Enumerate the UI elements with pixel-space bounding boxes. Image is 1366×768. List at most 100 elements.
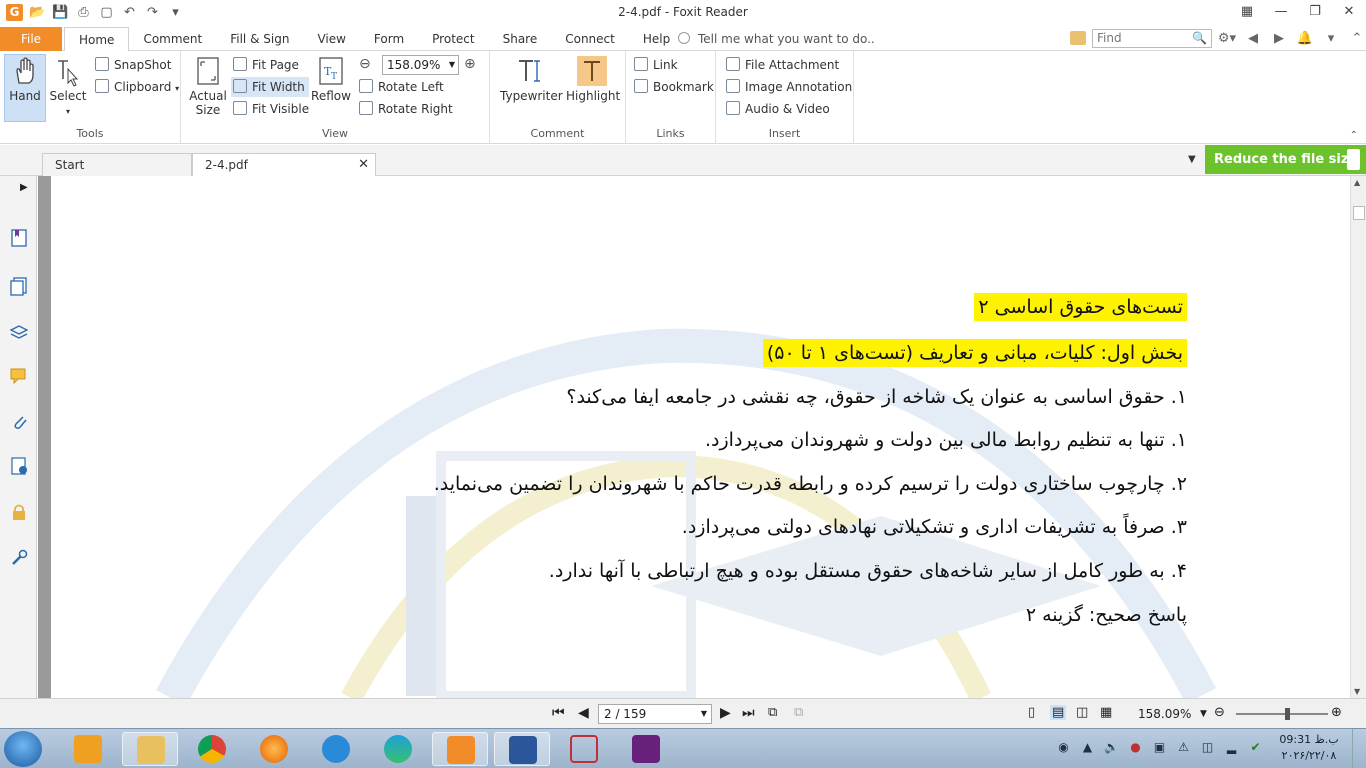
status-zoom-in-icon[interactable]: ⊕ <box>1331 705 1342 720</box>
collapse-ribbon-icon[interactable]: ⌃ <box>1346 29 1366 48</box>
tell-me-box[interactable]: Tell me what you want to do.. <box>678 27 875 51</box>
taskbar-visual-studio[interactable] <box>618 732 674 766</box>
scroll-up-icon[interactable]: ▲ <box>1354 178 1360 187</box>
facing-view-icon[interactable]: ◫ <box>1076 705 1088 720</box>
zoom-dropdown-icon[interactable]: ▼ <box>449 56 455 74</box>
account-dropdown-icon[interactable]: ▾ <box>1320 29 1342 48</box>
attachments-panel-icon[interactable] <box>9 412 29 432</box>
reduce-file-size-button[interactable]: Reduce the file size <box>1205 145 1366 174</box>
first-page-icon[interactable]: ⏮ <box>552 705 565 721</box>
continuous-facing-view-icon[interactable]: ▦ <box>1100 705 1112 720</box>
next-view-icon[interactable]: ⧉ <box>794 705 803 720</box>
zoom-dropdown-status-icon[interactable]: ▼ <box>1200 709 1207 719</box>
taskbar-chrome[interactable] <box>184 732 240 766</box>
zoom-out-icon[interactable]: ⊖ <box>359 56 371 72</box>
expand-panel-icon[interactable]: ▶ <box>20 182 28 193</box>
tab-comment[interactable]: Comment <box>129 27 216 51</box>
file-attachment-button[interactable]: File Attachment <box>726 55 839 75</box>
tab-home[interactable]: Home <box>64 27 130 52</box>
pages-panel-icon[interactable] <box>9 276 29 296</box>
close-button[interactable]: ✕ <box>1332 0 1366 24</box>
close-tab-icon[interactable]: ✕ <box>358 154 369 176</box>
tab-connect[interactable]: Connect <box>551 27 629 51</box>
tab-start[interactable]: Start <box>42 153 192 176</box>
next-page-icon[interactable]: ▶ <box>720 705 731 721</box>
zoom-select[interactable]: 158.09% ▼ <box>382 55 459 75</box>
fit-width-button[interactable]: Fit Width <box>231 77 309 97</box>
highlight-button[interactable]: Highlight <box>566 55 620 103</box>
tray-device-icon[interactable]: ◫ <box>1199 739 1216 756</box>
bookmark-button[interactable]: Bookmark <box>634 77 714 97</box>
layout-icon[interactable]: ▦ <box>1230 0 1264 24</box>
document-viewer[interactable]: تست‌های حقوق اساسی ۲ بخش اول: کلیات، مبا… <box>38 176 1340 698</box>
find-input[interactable]: Find 🔍 <box>1092 29 1212 48</box>
tab-share[interactable]: Share <box>489 27 552 51</box>
taskbar-word[interactable] <box>494 732 550 766</box>
scroll-down-icon[interactable]: ▼ <box>1354 687 1360 696</box>
scroll-thumb[interactable] <box>1353 206 1365 220</box>
rotate-left-button[interactable]: Rotate Left <box>359 77 444 97</box>
taskbar-app-red[interactable] <box>556 732 612 766</box>
zoom-slider[interactable] <box>1236 708 1328 720</box>
back-icon[interactable]: ◀ <box>1242 29 1264 48</box>
file-tab[interactable]: File <box>0 27 62 51</box>
vertical-scrollbar[interactable]: ▲ ▼ <box>1350 176 1366 698</box>
clipboard-dropdown-icon[interactable]: ▾ <box>175 84 179 93</box>
tray-network-warning-icon[interactable]: ⚠ <box>1175 739 1192 756</box>
page-number-select[interactable]: 2 / 159 ▼ <box>598 704 712 724</box>
restore-button[interactable]: ❐ <box>1298 0 1332 24</box>
select-button[interactable]: Select ▾ <box>48 55 88 117</box>
select-dropdown-icon[interactable]: ▾ <box>66 107 70 116</box>
taskbar-internet-explorer[interactable] <box>308 732 364 766</box>
taskbar-media-player[interactable] <box>60 732 116 766</box>
minimize-button[interactable]: — <box>1264 0 1298 24</box>
previous-page-icon[interactable]: ◀ <box>578 705 589 721</box>
signatures-panel-icon[interactable] <box>9 456 29 476</box>
fit-visible-button[interactable]: Fit Visible <box>233 99 309 119</box>
signal-icon[interactable]: ▂ <box>1223 739 1240 756</box>
start-button[interactable] <box>4 731 42 767</box>
taskbar-edge[interactable] <box>370 732 426 766</box>
fit-page-button[interactable]: Fit Page <box>233 55 299 75</box>
bookmarks-panel-icon[interactable] <box>9 228 29 248</box>
continuous-view-icon[interactable]: ▤ <box>1050 705 1067 720</box>
forward-icon[interactable]: ▶ <box>1268 29 1290 48</box>
previous-view-icon[interactable]: ⧉ <box>768 705 777 720</box>
actual-size-button[interactable]: Actual Size <box>189 55 227 117</box>
tab-view[interactable]: View <box>303 27 359 51</box>
status-zoom-out-icon[interactable]: ⊖ <box>1214 705 1225 720</box>
clock[interactable]: 09:31 ب.ظ ۲۰۲۶/۲۲/۰۸ <box>1276 732 1342 764</box>
taskbar-firefox[interactable] <box>246 732 302 766</box>
volume-icon[interactable]: 🔈 <box>1103 739 1120 756</box>
reflow-button[interactable]: TT Reflow <box>311 55 351 103</box>
find-folder-icon[interactable] <box>1070 31 1086 45</box>
link-button[interactable]: Link <box>634 55 678 75</box>
tab-current-document[interactable]: 2-4.pdf ✕ <box>192 153 376 176</box>
single-page-view-icon[interactable]: ▯ <box>1028 705 1035 720</box>
tab-help[interactable]: Help <box>629 27 684 51</box>
audio-video-button[interactable]: Audio & Video <box>726 99 830 119</box>
tray-expand-icon[interactable]: ▲ <box>1079 739 1096 756</box>
zoom-slider-knob[interactable] <box>1284 708 1290 720</box>
last-page-icon[interactable]: ⏭ <box>742 705 755 721</box>
page-dropdown-icon[interactable]: ▼ <box>701 705 707 723</box>
tray-shield-icon[interactable]: ✔ <box>1247 739 1264 756</box>
security-lock-icon[interactable] <box>9 502 29 522</box>
search-icon[interactable]: 🔍 <box>1192 30 1207 47</box>
tab-fill-sign[interactable]: Fill & Sign <box>216 27 303 51</box>
image-annotation-button[interactable]: Image Annotation <box>726 77 852 97</box>
tray-app-icon[interactable]: ◉ <box>1055 739 1072 756</box>
zoom-in-icon[interactable]: ⊕ <box>464 56 476 72</box>
notification-bell-icon[interactable]: 🔔 <box>1294 29 1316 48</box>
tray-display-icon[interactable]: ▣ <box>1151 739 1168 756</box>
layers-panel-icon[interactable] <box>9 322 29 342</box>
settings-icon[interactable]: ⚙▾ <box>1216 29 1238 48</box>
hand-button[interactable]: Hand <box>4 54 46 122</box>
snapshot-button[interactable]: SnapShot <box>95 55 171 75</box>
tab-list-dropdown-icon[interactable]: ▼ <box>1188 154 1196 165</box>
wrench-tools-icon[interactable] <box>9 548 29 568</box>
tab-protect[interactable]: Protect <box>418 27 488 51</box>
comments-panel-icon[interactable] <box>9 366 29 386</box>
taskbar-foxit-reader[interactable] <box>432 732 488 766</box>
rotate-right-button[interactable]: Rotate Right <box>359 99 453 119</box>
